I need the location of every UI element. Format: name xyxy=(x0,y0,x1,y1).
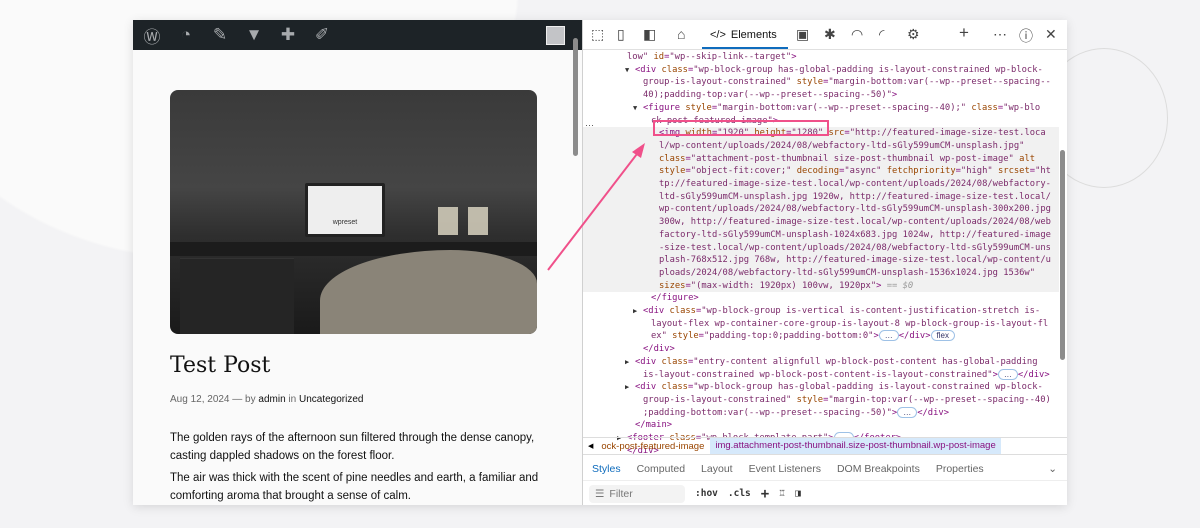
annotation-arrow xyxy=(547,143,645,271)
